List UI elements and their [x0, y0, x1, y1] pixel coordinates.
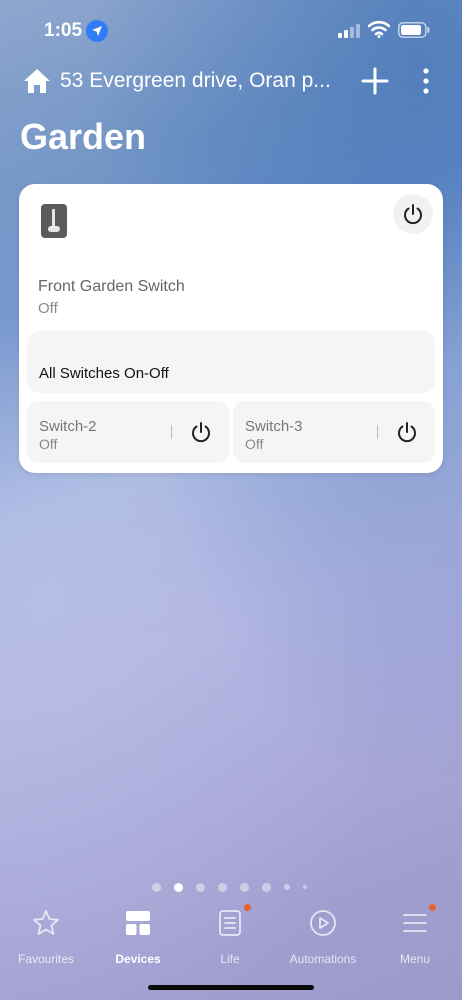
grid-icon [126, 911, 150, 935]
tab-label: Menu [399, 952, 431, 966]
header: 53 Evergreen drive, Oran p... [0, 62, 462, 102]
power-button[interactable] [393, 194, 433, 234]
menu-icon [403, 914, 427, 932]
star-icon [33, 910, 59, 935]
page-dot[interactable] [262, 882, 271, 892]
all-switches-label: All Switches On-Off [39, 365, 169, 382]
switch-status: Off [39, 436, 58, 452]
page-dot[interactable] [196, 882, 205, 892]
switch-tile-3[interactable]: Switch-3 Off [233, 401, 435, 463]
page-dot[interactable] [152, 882, 161, 892]
switch-2-power-button[interactable] [187, 418, 215, 446]
notification-badge [429, 904, 436, 911]
tab-label: Devices [115, 952, 161, 966]
all-switches-toggle[interactable]: All Switches On-Off [27, 331, 435, 393]
tab-automations[interactable]: Automations [277, 908, 369, 968]
page-dot[interactable] [240, 882, 249, 892]
divider [171, 425, 172, 439]
add-button[interactable] [360, 66, 390, 96]
battery-icon [398, 22, 430, 38]
switch-name: Switch-3 [245, 418, 303, 435]
home-indicator[interactable] [148, 985, 314, 990]
page-dot[interactable] [303, 885, 307, 889]
switch-tile-2[interactable]: Switch-2 Off [27, 401, 229, 463]
device-name: Front Garden Switch [38, 278, 185, 295]
room-title: Garden [20, 116, 147, 157]
signal-icon [338, 24, 360, 38]
switch-3-power-button[interactable] [393, 418, 421, 446]
status-bar: 1:05 [0, 0, 462, 58]
status-time: 1:05 [44, 20, 83, 41]
device-status: Off [38, 300, 58, 317]
switch-device-icon [41, 204, 67, 238]
power-icon [404, 204, 422, 225]
power-icon [398, 422, 416, 443]
tab-label: Automations [289, 952, 357, 966]
tab-menu[interactable]: Menu [369, 904, 461, 968]
tab-favourites[interactable]: Favourites [0, 908, 92, 968]
play-icon [310, 910, 336, 936]
page-indicator[interactable] [152, 881, 312, 893]
divider [377, 425, 378, 439]
home-icon[interactable] [22, 67, 52, 95]
switch-status: Off [245, 436, 264, 452]
location-icon [86, 20, 108, 42]
notification-badge [244, 904, 251, 911]
home-address-selector[interactable]: 53 Evergreen drive, Oran p... [60, 69, 331, 93]
page-dot[interactable] [218, 882, 227, 892]
wifi-icon [368, 20, 390, 38]
list-icon [219, 910, 241, 936]
tab-label: Life [220, 952, 240, 966]
page-dot-active[interactable] [174, 882, 183, 892]
power-icon [192, 422, 210, 443]
tab-life[interactable]: Life [184, 904, 276, 968]
tab-label: Favourites [17, 952, 75, 966]
device-card[interactable]: Front Garden Switch Off All Switches On-… [19, 184, 443, 473]
more-options-button[interactable] [414, 66, 438, 96]
switch-name: Switch-2 [39, 418, 97, 435]
page-dot[interactable] [284, 884, 290, 890]
tab-devices[interactable]: Devices [92, 908, 184, 968]
